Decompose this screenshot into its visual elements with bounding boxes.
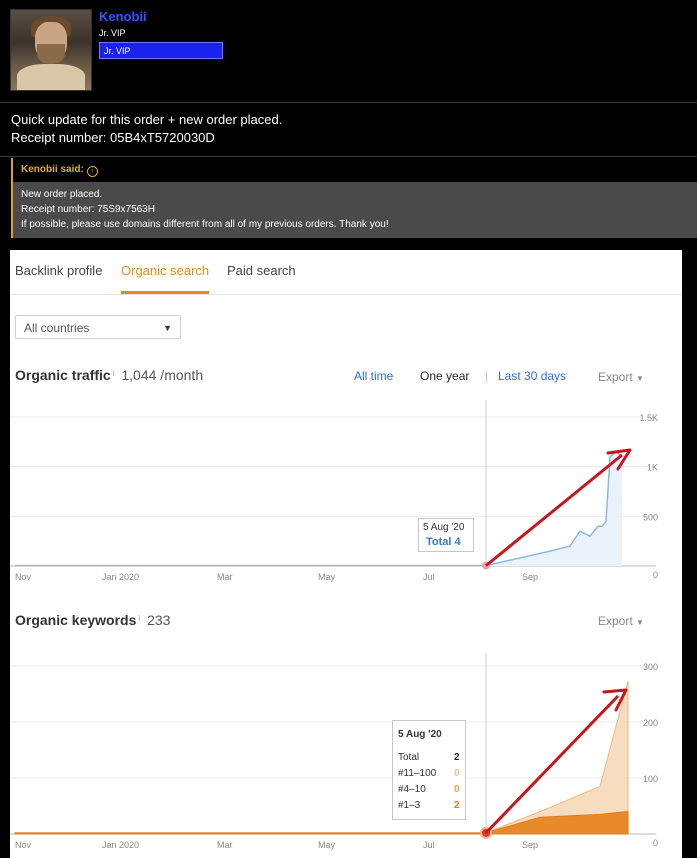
quote-line: New order placed. (21, 189, 103, 200)
x-tick-label: Nov (15, 572, 32, 582)
y-tick-label: 100 (643, 774, 658, 784)
country-select-value: All countries (24, 321, 90, 335)
y-tick-label: 0 (653, 570, 658, 580)
y-tick-label: 1K (647, 463, 658, 473)
x-tick-label: Mar (217, 572, 233, 582)
post-line: Quick update for this order + new order … (11, 112, 283, 127)
quote-body: New order placed. Receipt number: 75S9x7… (13, 182, 697, 238)
tooltip-row-label: #1–3 (398, 800, 421, 811)
tooltip-row-value: 0 (454, 768, 460, 779)
jump-up-icon[interactable]: ↑ (86, 166, 98, 177)
y-tick-label: 200 (643, 718, 658, 728)
x-tick-label: Jan 2020 (102, 840, 139, 850)
tooltip-row-label: #11–100 (398, 768, 437, 779)
caret-down-icon: ▼ (163, 323, 172, 333)
tooltip-row-value: 2 (454, 752, 460, 763)
keywords-title: Organic keywords i 233 (15, 612, 170, 628)
caret-down-icon: ▼ (636, 618, 644, 627)
y-tick-label: 300 (643, 662, 658, 672)
divider (0, 102, 697, 103)
user-badge: Jr. VIP (99, 42, 223, 59)
traffic-line (15, 450, 623, 567)
active-tab-indicator (121, 291, 209, 294)
y-tick-label: 1.5K (639, 413, 658, 423)
traffic-area (15, 451, 622, 566)
keywords-area-11-100 (14, 680, 629, 835)
traffic-title: Organic traffic i 1,044 /month (15, 367, 203, 383)
quote-line: If possible, please use domains differen… (21, 219, 389, 230)
tooltip-row-value: 2 (454, 800, 460, 811)
range-one-year[interactable]: One year (420, 369, 469, 383)
traffic-export-label: Export (598, 370, 633, 384)
keywords-title-text: Organic keywords (15, 612, 137, 628)
avatar-robe (17, 64, 85, 90)
range-all-time[interactable]: All time (354, 369, 393, 383)
x-tick-label: Jul (423, 572, 435, 582)
tab-backlink-profile[interactable]: Backlink profile (15, 263, 102, 278)
x-tick-label: Mar (217, 840, 233, 850)
x-tick-label: Nov (15, 840, 32, 850)
user-title: Jr. VIP (99, 28, 126, 38)
avatar-beard (37, 44, 65, 64)
traffic-chart: 0 500 1K 1.5K Nov Jan 2020 Mar May Jul Sep (10, 400, 658, 582)
info-icon[interactable]: i (113, 369, 115, 378)
quote-header[interactable]: Kenobii said: ↑ (13, 158, 697, 182)
traffic-title-text: Organic traffic (15, 367, 111, 383)
avatar[interactable] (10, 9, 92, 91)
range-separator (486, 371, 487, 383)
tooltip-row-value: 0 (454, 784, 460, 795)
username-link[interactable]: Kenobii (99, 9, 147, 24)
quote-author: Kenobii said: (21, 164, 84, 175)
seo-panel: Backlink profile Organic search Paid sea… (10, 250, 682, 858)
tab-bar: Backlink profile Organic search Paid sea… (10, 250, 682, 295)
keywords-value: 233 (147, 612, 171, 628)
y-tick-label: 500 (643, 512, 658, 522)
info-icon[interactable]: i (138, 614, 140, 623)
keywords-export-label: Export (598, 614, 633, 628)
divider (0, 156, 697, 157)
x-tick-label: Sep (522, 840, 538, 850)
tooltip-total: Total 4 (426, 536, 461, 548)
range-last-30-days[interactable]: Last 30 days (498, 369, 566, 383)
country-select[interactable]: All countries ▼ (15, 315, 181, 339)
x-tick-label: May (318, 572, 336, 582)
x-tick-label: Sep (522, 572, 538, 582)
tooltip-row-label: #4–10 (398, 784, 426, 795)
y-tick-label: 0 (653, 838, 658, 848)
post-line: Receipt number: 05B4xT5720030D (11, 130, 215, 145)
keywords-export-button[interactable]: Export ▼ (598, 614, 644, 628)
keywords-chart: 0100200300Nov Jan 2020 Mar May Jul Sep (10, 653, 658, 850)
traffic-tooltip: 5 Aug '20 Total 4 (418, 518, 474, 552)
post-body: Quick update for this order + new order … (11, 111, 282, 147)
caret-down-icon: ▼ (636, 374, 644, 383)
quote-block: Kenobii said: ↑ New order placed. Receipt… (11, 158, 697, 238)
post-header: Kenobii Jr. VIP Jr. VIP (0, 0, 697, 102)
tooltip-date: 5 Aug '20 (423, 522, 465, 533)
tab-organic-search[interactable]: Organic search (121, 263, 209, 278)
tooltip-date: 5 Aug '20 (398, 729, 442, 740)
tab-paid-search[interactable]: Paid search (227, 263, 296, 278)
x-tick-label: May (318, 840, 336, 850)
tooltip-row-label: Total (398, 752, 420, 763)
x-tick-label: Jan 2020 (102, 572, 139, 582)
traffic-export-button[interactable]: Export ▼ (598, 370, 644, 384)
quote-line: Receipt number: 75S9x7563H (21, 204, 155, 215)
keywords-tooltip: 5 Aug '20 Total 2 #11–100 0 #4–10 0 #1–3… (392, 720, 466, 820)
traffic-value: 1,044 /month (121, 367, 204, 383)
x-tick-label: Jul (423, 840, 435, 850)
